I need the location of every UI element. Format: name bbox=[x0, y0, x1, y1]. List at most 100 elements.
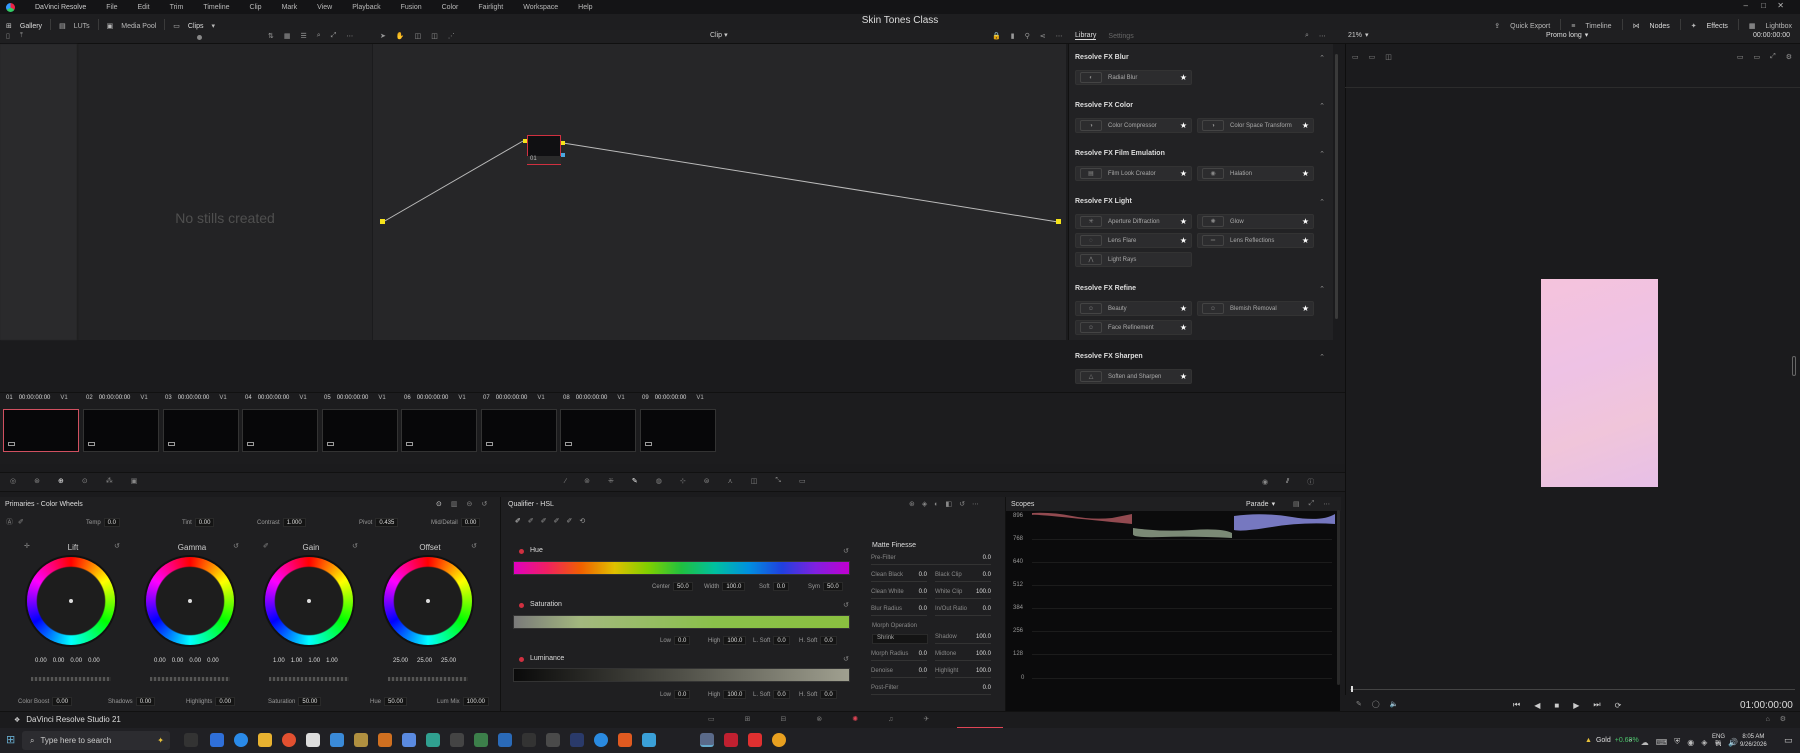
more-icon[interactable]: ⋯ bbox=[1323, 500, 1330, 508]
viewer-mode-icon[interactable]: ▭ bbox=[1737, 53, 1744, 61]
chevron-up-icon[interactable]: ⌃ bbox=[1319, 54, 1325, 62]
more-icon[interactable]: ⋯ bbox=[1056, 32, 1063, 40]
app-icon[interactable] bbox=[772, 733, 786, 747]
shadows-field[interactable]: Shadows 0.00 bbox=[108, 697, 156, 706]
maximize-icon[interactable]: □ bbox=[1761, 1, 1766, 10]
gain-wheel[interactable] bbox=[265, 557, 353, 645]
hdr-icon[interactable]: ⊙ bbox=[82, 477, 88, 485]
star-icon[interactable]: ★ bbox=[1180, 304, 1187, 313]
lock-icon[interactable]: 🔒 bbox=[992, 32, 1001, 40]
layout-icon[interactable]: ▭ bbox=[1369, 53, 1376, 61]
language-indicator[interactable]: ENG IN bbox=[1712, 733, 1725, 749]
matte-value[interactable]: 0.0 bbox=[983, 685, 991, 694]
lum-hsoft-value[interactable]: 0.0 bbox=[820, 690, 837, 699]
color-boost-field[interactable]: Color Boost 0.00 bbox=[18, 697, 73, 706]
cut-page-icon[interactable]: ⊞ bbox=[745, 715, 751, 723]
matte-inout-ratio[interactable]: In/Out Ratio 0.0 bbox=[935, 606, 991, 616]
bars-mode-icon[interactable]: ▥ bbox=[451, 500, 458, 508]
pivot-value[interactable]: 0.435 bbox=[375, 518, 399, 527]
cloud-icon[interactable]: ☁ bbox=[1641, 738, 1649, 747]
effect-color-compressor[interactable]: ◑ Color Compressor ★ bbox=[1075, 118, 1192, 133]
gamma-master-slider[interactable] bbox=[150, 677, 230, 681]
sat-lsoft-value[interactable]: 0.0 bbox=[773, 636, 790, 645]
wheels-mode-icon[interactable]: ⊙ bbox=[436, 500, 442, 508]
hue-width-field[interactable]: Width 100.0 bbox=[704, 582, 746, 591]
minimize-icon[interactable]: – bbox=[1744, 1, 1748, 10]
matte-value[interactable]: 100.0 bbox=[976, 634, 991, 643]
reset-icon[interactable]: ↺ bbox=[959, 500, 965, 508]
matte-value[interactable]: 0.0 bbox=[983, 555, 991, 564]
list-view-icon[interactable]: ☰ bbox=[301, 32, 307, 40]
share-icon[interactable]: ⋖ bbox=[1040, 32, 1046, 40]
notification-icon[interactable]: ▭ bbox=[1784, 735, 1793, 746]
invert-icon[interactable]: ⟲ bbox=[579, 517, 585, 525]
auto-balance-icon[interactable]: Ⓐ bbox=[6, 517, 13, 527]
library-scrollbar[interactable] bbox=[1335, 54, 1338, 319]
camera-raw-icon[interactable]: ◎ bbox=[10, 477, 16, 485]
search-icon[interactable]: ⌕ bbox=[317, 32, 321, 40]
motion-effects-icon[interactable]: ▣ bbox=[131, 477, 138, 485]
lum-lsoft-value[interactable]: 0.0 bbox=[773, 690, 790, 699]
matte-value[interactable]: 0.0 bbox=[919, 668, 927, 677]
tint-value[interactable]: 0.00 bbox=[194, 518, 215, 527]
deliver-page-icon[interactable]: ✈ bbox=[923, 715, 929, 723]
window-icon[interactable]: ◍ bbox=[656, 477, 662, 485]
hue-soft-field[interactable]: Soft 0.0 bbox=[759, 582, 790, 591]
app-icon[interactable] bbox=[498, 733, 512, 747]
star-icon[interactable]: ★ bbox=[1180, 236, 1187, 245]
matte-value[interactable]: 0.0 bbox=[919, 589, 927, 598]
home-icon[interactable]: ⌂ bbox=[1765, 716, 1769, 723]
reset-icon[interactable]: ↺ bbox=[843, 547, 849, 555]
contrast-field[interactable]: Contrast 1.000 bbox=[257, 518, 306, 527]
offset-b[interactable]: 25.00 bbox=[441, 658, 456, 664]
sizing-icon[interactable]: ⤡ bbox=[775, 477, 781, 485]
matte-denoise[interactable]: Denoise 0.0 bbox=[871, 668, 927, 678]
magic-mask-icon[interactable]: ⊜ bbox=[704, 477, 710, 485]
app-icon[interactable] bbox=[570, 733, 584, 747]
clock[interactable]: 8:05 AM 9/26/2026 bbox=[1740, 733, 1767, 749]
video-frame[interactable] bbox=[1541, 279, 1658, 487]
layout-icon[interactable]: ▭ bbox=[1352, 53, 1359, 61]
more-icon[interactable]: ⋯ bbox=[346, 32, 353, 40]
chevron-down-icon[interactable]: ▾ bbox=[1585, 31, 1589, 39]
menu-timeline[interactable]: Timeline bbox=[203, 4, 229, 11]
fairlight-page-icon[interactable]: ♫ bbox=[888, 716, 893, 723]
matte-morph-radius[interactable]: Morph Radius 0.0 bbox=[871, 651, 927, 661]
brave-icon[interactable] bbox=[618, 733, 632, 747]
app-icon[interactable] bbox=[594, 733, 608, 747]
sidebar-toggle-icon[interactable]: ▯ bbox=[6, 32, 10, 40]
grid-icon[interactable]: ⁜ bbox=[608, 477, 614, 485]
tracker-icon[interactable]: ⊹ bbox=[680, 477, 686, 485]
go-to-end-icon[interactable]: ⏭ bbox=[1593, 700, 1600, 710]
matte-value[interactable]: 0.0 bbox=[983, 606, 991, 615]
effect-soften-and-sharpen[interactable]: △ Soften and Sharpen ★ bbox=[1075, 369, 1192, 384]
hue-field[interactable]: Hue 50.00 bbox=[370, 697, 408, 706]
star-icon[interactable]: ★ bbox=[1180, 217, 1187, 226]
pointer-icon[interactable]: ➤ bbox=[380, 32, 386, 40]
matte-value[interactable]: 0.0 bbox=[919, 651, 927, 660]
reset-icon[interactable]: ↺ bbox=[352, 542, 358, 550]
close-icon[interactable]: ✕ bbox=[1777, 1, 1784, 10]
edit-page-icon[interactable]: ⊟ bbox=[781, 715, 787, 723]
gain-r[interactable]: 1.00 bbox=[291, 658, 303, 664]
menu-fusion[interactable]: Fusion bbox=[401, 4, 422, 11]
hue-center-field[interactable]: Center 50.0 bbox=[652, 582, 693, 591]
menu-fairlight[interactable]: Fairlight bbox=[478, 4, 503, 11]
lum-high-value[interactable]: 100.0 bbox=[723, 690, 747, 699]
saturation-field[interactable]: Saturation 50.00 bbox=[268, 697, 322, 706]
star-icon[interactable]: ★ bbox=[1302, 304, 1309, 313]
saturation-range-bar[interactable] bbox=[513, 615, 850, 629]
gain-b[interactable]: 1.00 bbox=[326, 658, 338, 664]
effect-face-refinement[interactable]: ☺ Face Refinement ★ bbox=[1075, 320, 1192, 335]
expand-icon[interactable]: ⤢ bbox=[1309, 500, 1315, 508]
reset-icon[interactable]: ↺ bbox=[471, 542, 477, 550]
feather-plus-icon[interactable]: ✐ bbox=[567, 517, 573, 525]
lift-b[interactable]: 0.00 bbox=[88, 658, 100, 664]
menu-playback[interactable]: Playback bbox=[352, 4, 380, 11]
node-tool-icon[interactable]: ◫ bbox=[415, 32, 422, 40]
saturation-value[interactable]: 50.00 bbox=[298, 697, 322, 706]
star-icon[interactable]: ★ bbox=[1302, 169, 1309, 178]
album-list[interactable] bbox=[0, 44, 78, 340]
sat-high-field[interactable]: High 100.0 bbox=[708, 636, 747, 645]
trash-icon[interactable]: ▮ bbox=[1011, 32, 1015, 40]
